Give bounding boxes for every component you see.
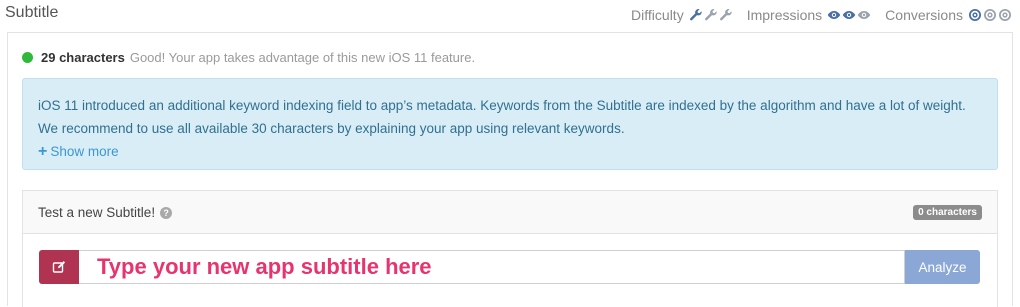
section-header: Subtitle Difficulty Impressions Conversi…: [0, 0, 1020, 30]
edit-icon: [52, 261, 66, 273]
test-subtitle-title-text: Test a new Subtitle!: [38, 205, 156, 220]
subtitle-input[interactable]: [79, 250, 905, 284]
eye-icon: [842, 8, 856, 22]
analyze-button[interactable]: Analyze: [905, 250, 980, 284]
edit-button[interactable]: [39, 250, 79, 284]
eye-icon: [857, 8, 871, 22]
character-count: 29 characters: [41, 50, 125, 65]
eye-icon: [827, 8, 841, 22]
metrics-bar: Difficulty Impressions Conversions: [617, 7, 1012, 23]
metric-conversions: Conversions: [885, 7, 1012, 23]
target-icon: [998, 8, 1012, 22]
info-alert: iOS 11 introduced an additional keyword …: [22, 78, 998, 170]
wrench-icon: [689, 8, 703, 22]
wrench-icon: [719, 8, 733, 22]
target-icon: [983, 8, 997, 22]
subtitle-input-group: Analyze: [39, 250, 980, 284]
test-subtitle-header: Test a new Subtitle! ? 0 characters: [23, 191, 997, 234]
help-icon[interactable]: ?: [160, 206, 173, 219]
metric-difficulty: Difficulty: [631, 7, 733, 23]
status-message: Good! Your app takes advantage of this n…: [129, 50, 476, 65]
test-subtitle-title: Test a new Subtitle! ?: [38, 205, 173, 220]
subtitle-panel: 29 characters Good! Your app takes advan…: [7, 32, 1013, 307]
status-line: 29 characters Good! Your app takes advan…: [22, 50, 475, 65]
metric-impressions-label: Impressions: [746, 7, 823, 23]
metric-conversions-label: Conversions: [885, 7, 963, 23]
metric-difficulty-label: Difficulty: [631, 7, 684, 23]
info-text: iOS 11 introduced an additional keyword …: [38, 98, 966, 136]
status-dot-icon: [22, 52, 33, 63]
char-count-badge: 0 characters: [913, 205, 982, 220]
test-subtitle-box: Test a new Subtitle! ? 0 characters Anal…: [22, 190, 998, 307]
target-icon: [968, 8, 982, 22]
show-more-link[interactable]: + Show more: [38, 140, 982, 163]
section-title: Subtitle: [5, 4, 59, 21]
wrench-icon: [704, 8, 718, 22]
show-more-label: Show more: [50, 144, 119, 159]
plus-icon: +: [38, 142, 48, 160]
metric-impressions: Impressions: [747, 7, 871, 23]
